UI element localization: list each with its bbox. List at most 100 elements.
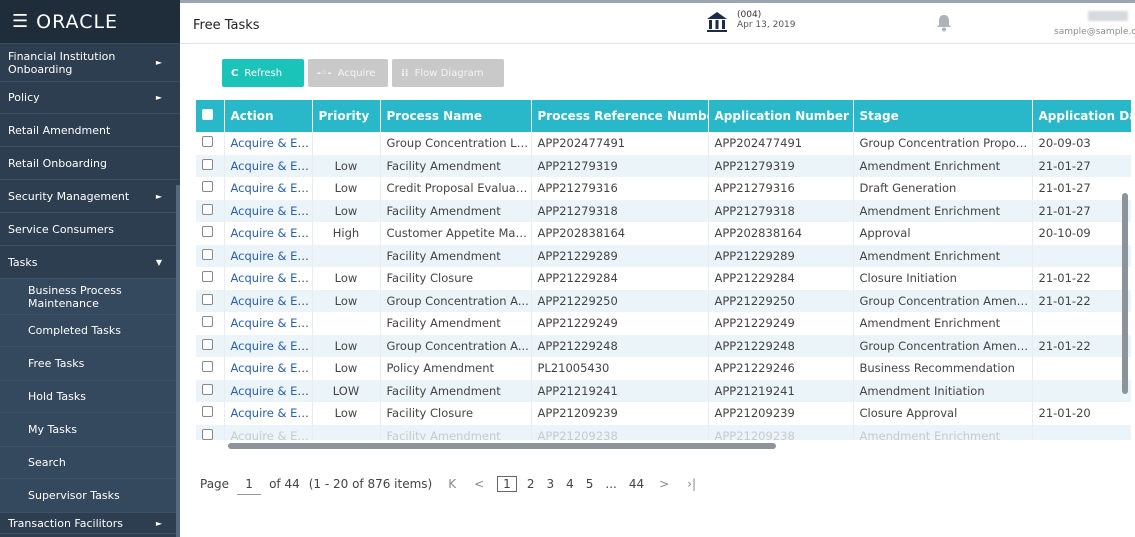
row-checkbox[interactable] [196,132,225,155]
acquire-edit-link-text[interactable]: Acquire & Edit [231,181,312,195]
sidebar-item[interactable]: Financial Institution Onboarding ► [0,44,180,82]
acquire-edit-link-text[interactable]: Acquire & Edit [231,294,312,308]
acquire-edit-link[interactable]: Acquire & Edit [224,312,313,335]
first-page-icon[interactable]: K [448,477,456,491]
sidebar-item[interactable]: Search [0,447,180,479]
row-checkbox[interactable] [196,289,225,312]
row-checkbox[interactable] [196,199,225,222]
row-checkbox[interactable] [196,267,225,290]
acquire-edit-link-text[interactable]: Acquire & Edit [231,159,312,173]
acquire-edit-link[interactable]: Acquire & Edit [224,267,313,290]
sidebar-item[interactable]: Security Management ► [0,180,180,213]
acquire-button[interactable]: -◦- Acquire [308,59,388,87]
table-row[interactable]: Acquire & Edit High Customer Appetite Man.… [196,222,1131,245]
acquire-edit-link[interactable]: Acquire & Edit [224,357,313,380]
sidebar-item[interactable]: Tasks ▼ [0,246,180,279]
acquire-edit-link[interactable]: Acquire & Edit [224,334,313,357]
select-all-checkbox[interactable] [196,100,225,132]
table-row[interactable]: Acquire & Edit Facility Amendment APP21229… [196,244,1131,267]
row-checkbox[interactable] [196,154,225,177]
horizontal-scrollbar[interactable] [228,443,776,449]
sidebar-item[interactable]: Completed Tasks [0,315,180,347]
page-link[interactable]: 1 [497,476,517,492]
sidebar-item[interactable]: Retail Onboarding [0,147,180,180]
table-row[interactable]: Acquire & Edit Low Facility Amendment APP21… [196,154,1131,177]
acquire-edit-link-text[interactable]: Acquire & Edit [231,316,312,330]
next-page-icon[interactable]: > [659,477,669,491]
table-row[interactable]: Acquire & Edit Low Facility Amendment APP21… [196,199,1131,222]
column-header[interactable]: Process Reference Number [531,100,709,132]
acquire-edit-link[interactable]: Acquire & Edit [224,154,313,177]
sidebar-scrollbar[interactable] [176,185,180,537]
sidebar-item[interactable]: My Tasks [0,413,180,447]
acquire-edit-link[interactable]: Acquire & Edit [224,199,313,222]
table-row[interactable]: Acquire & Edit Low Facility Closure APP2120… [196,402,1131,425]
row-checkbox[interactable] [196,424,225,440]
column-header[interactable]: Process Name [380,100,532,132]
column-header[interactable]: Application Da [1032,100,1131,132]
sidebar-item[interactable]: Free Tasks [0,347,180,381]
acquire-edit-link-text[interactable]: Acquire & Edit [231,271,312,285]
acquire-edit-link-text[interactable]: Acquire & Edit [231,249,312,263]
table-row[interactable]: Acquire & Edit Facility Amendment APP21229… [196,312,1131,335]
table-row[interactable]: Acquire & Edit LOW Facility Amendment APP21… [196,379,1131,402]
column-header[interactable]: Stage [853,100,1033,132]
user-name-blurred[interactable] [1088,11,1128,21]
page-link[interactable]: 5 [586,477,594,491]
table-row[interactable]: Acquire & Edit Low Facility Closure APP2122… [196,267,1131,290]
column-header[interactable]: Priority [312,100,381,132]
acquire-edit-link[interactable]: Acquire & Edit [224,424,313,440]
sidebar-item[interactable]: Business Process Maintenance [0,279,180,315]
row-checkbox[interactable] [196,357,225,380]
last-page-icon[interactable]: ›| [687,477,696,491]
table-row[interactable]: Acquire & Edit Low Group Concentration A..… [196,289,1131,312]
table-row[interactable]: Acquire & Edit Low Credit Proposal Evaluat… [196,177,1131,200]
row-checkbox[interactable] [196,222,225,245]
sidebar-item[interactable]: Transaction Facilitors ► [0,513,180,534]
row-checkbox[interactable] [196,379,225,402]
acquire-edit-link-text[interactable]: Acquire & Edit [231,136,312,150]
acquire-edit-link[interactable]: Acquire & Edit [224,289,313,312]
column-header[interactable]: Application Number [708,100,854,132]
prev-page-icon[interactable]: < [474,477,484,491]
table-row[interactable]: Acquire & Edit Low Policy Amendment PL21005… [196,357,1131,380]
user-email[interactable]: sample@sample.com [1054,27,1135,37]
page-link[interactable]: 44 [629,477,644,491]
row-checkbox[interactable] [196,244,225,267]
hamburger-menu-icon[interactable]: ☰ [12,11,28,32]
acquire-edit-link[interactable]: Acquire & Edit [224,379,313,402]
acquire-edit-link-text[interactable]: Acquire & Edit [231,204,312,218]
page-link[interactable]: 3 [546,477,554,491]
acquire-edit-link-text[interactable]: Acquire & Edit [231,226,312,240]
sidebar-item[interactable]: Retail Amendment [0,114,180,147]
page-link[interactable]: 2 [527,477,535,491]
sidebar-item[interactable]: Policy ► [0,82,180,114]
acquire-edit-link[interactable]: Acquire & Edit [224,177,313,200]
acquire-edit-link-text[interactable]: Acquire & Edit [231,384,312,398]
acquire-edit-link-text[interactable]: Acquire & Edit [231,339,312,353]
acquire-edit-link-text[interactable]: Acquire & Edit [231,361,312,375]
acquire-edit-link-text[interactable]: Acquire & Edit [231,406,312,420]
sidebar-item[interactable]: Supervisor Tasks [0,479,180,513]
row-checkbox[interactable] [196,402,225,425]
sidebar-item[interactable]: Service Consumers [0,213,180,246]
row-checkbox[interactable] [196,334,225,357]
acquire-edit-link[interactable]: Acquire & Edit [224,402,313,425]
column-header[interactable]: Action [224,100,313,132]
row-checkbox[interactable] [196,177,225,200]
acquire-edit-link[interactable]: Acquire & Edit [224,244,313,267]
sidebar-item[interactable]: Hold Tasks [0,381,180,413]
bank-icon[interactable] [706,11,728,33]
refresh-button[interactable]: C Refresh [222,59,304,87]
acquire-edit-link[interactable]: Acquire & Edit [224,222,313,245]
vertical-scrollbar[interactable] [1122,193,1128,394]
bell-icon[interactable] [936,14,952,32]
table-row[interactable]: Acquire & Edit Group Concentration Li... A… [196,132,1131,155]
acquire-edit-link[interactable]: Acquire & Edit [224,132,313,155]
page-link[interactable]: 4 [566,477,574,491]
row-checkbox[interactable] [196,312,225,335]
table-row[interactable]: Acquire & Edit Low Group Concentration A..… [196,334,1131,357]
table-row[interactable]: Acquire & Edit Facility Amendment APP21209… [196,424,1131,440]
flow-diagram-button[interactable]: ⁞⁞ Flow Diagram [392,59,504,87]
page-number-input[interactable]: 1 [237,473,262,495]
